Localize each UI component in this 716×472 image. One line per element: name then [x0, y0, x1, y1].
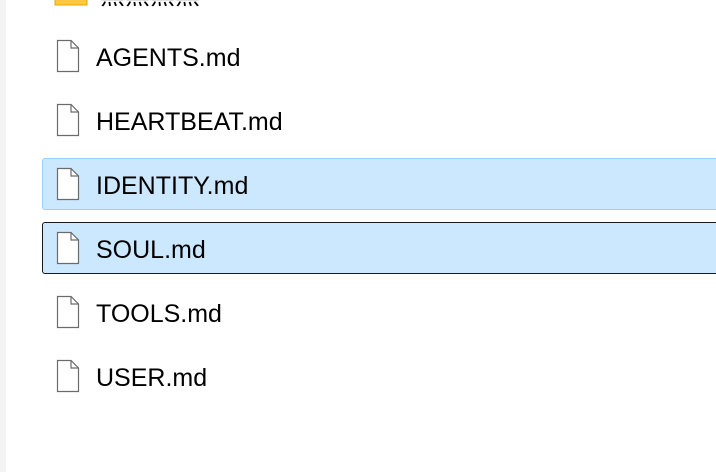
file-name: USER.md [96, 364, 208, 392]
file-icon [56, 231, 80, 265]
file-list-pane: 黑黑黑黑 AGENTS.md 2 HEARTBEAT.md 2 IDENTITY… [6, 0, 716, 472]
file-icon [56, 359, 80, 393]
file-name: SOUL.md [96, 236, 206, 264]
file-icon [56, 103, 80, 137]
list-item-file[interactable]: TOOLS.md 2 [42, 286, 716, 338]
file-name: TOOLS.md [96, 300, 222, 328]
file-icon [56, 167, 80, 201]
file-name: IDENTITY.md [96, 172, 249, 200]
file-name: AGENTS.md [96, 44, 241, 72]
folder-name: 黑黑黑黑 [100, 0, 200, 10]
list-item-file-selected[interactable]: IDENTITY.md 2 [42, 158, 716, 210]
list-item-folder[interactable]: 黑黑黑黑 [42, 0, 716, 10]
folder-icon [54, 0, 88, 6]
list-item-file[interactable]: USER.md 2 [42, 350, 716, 402]
file-name: HEARTBEAT.md [96, 108, 283, 136]
file-icon [56, 39, 80, 73]
list-item-file[interactable]: HEARTBEAT.md 2 [42, 94, 716, 146]
file-icon [56, 295, 80, 329]
list-item-file-focused[interactable]: SOUL.md 2 [42, 222, 716, 274]
list-item-file[interactable]: AGENTS.md 2 [42, 30, 716, 82]
